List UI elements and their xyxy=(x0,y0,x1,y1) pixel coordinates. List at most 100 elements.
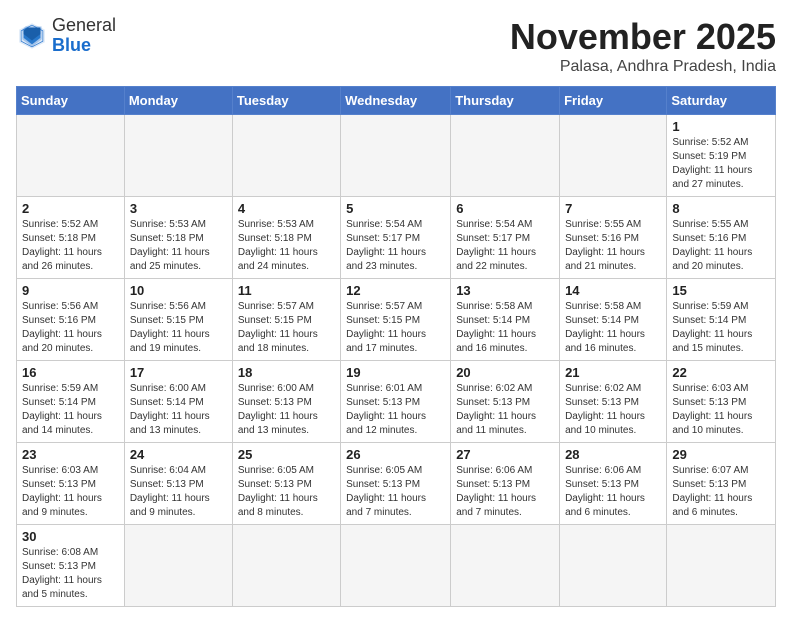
calendar-day-cell xyxy=(451,115,560,197)
day-number: 12 xyxy=(346,283,445,298)
day-number: 21 xyxy=(565,365,661,380)
day-number: 27 xyxy=(456,447,554,462)
day-info: Sunrise: 5:55 AM Sunset: 5:16 PM Dayligh… xyxy=(565,218,661,274)
calendar-day-cell: 27 Sunrise: 6:06 AM Sunset: 5:13 PM Dayli… xyxy=(451,443,560,525)
calendar-day-cell xyxy=(124,115,232,197)
day-number: 23 xyxy=(22,447,119,462)
calendar-day-cell: 25 Sunrise: 6:05 AM Sunset: 5:13 PM Dayli… xyxy=(232,443,340,525)
day-info: Sunrise: 6:01 AM Sunset: 5:13 PM Dayligh… xyxy=(346,382,445,438)
day-info: Sunrise: 6:00 AM Sunset: 5:13 PM Dayligh… xyxy=(238,382,335,438)
logo-text: General Blue xyxy=(52,16,116,56)
calendar-week-row: 9 Sunrise: 5:56 AM Sunset: 5:16 PM Daylig… xyxy=(17,279,776,361)
calendar-day-cell: 6Sunrise: 5:54 AM Sunset: 5:17 PM Daylig… xyxy=(451,197,560,279)
day-info: Sunrise: 5:56 AM Sunset: 5:16 PM Dayligh… xyxy=(22,300,119,356)
day-info: Sunrise: 6:05 AM Sunset: 5:13 PM Dayligh… xyxy=(238,464,335,520)
day-number: 29 xyxy=(672,447,770,462)
day-info: Sunrise: 5:59 AM Sunset: 5:14 PM Dayligh… xyxy=(672,300,770,356)
day-info: Sunrise: 6:06 AM Sunset: 5:13 PM Dayligh… xyxy=(565,464,661,520)
calendar-day-cell: 20Sunrise: 6:02 AM Sunset: 5:13 PM Dayli… xyxy=(451,361,560,443)
calendar-day-cell: 3 Sunrise: 5:53 AM Sunset: 5:18 PM Daylig… xyxy=(124,197,232,279)
calendar-week-row: 30Sunrise: 6:08 AM Sunset: 5:13 PM Dayli… xyxy=(17,525,776,607)
calendar-day-cell xyxy=(17,115,125,197)
calendar-day-cell: 7 Sunrise: 5:55 AM Sunset: 5:16 PM Daylig… xyxy=(560,197,667,279)
day-number: 26 xyxy=(346,447,445,462)
calendar-day-cell xyxy=(124,525,232,607)
calendar-week-row: 23 Sunrise: 6:03 AM Sunset: 5:13 PM Dayli… xyxy=(17,443,776,525)
day-number: 24 xyxy=(130,447,227,462)
day-number: 10 xyxy=(130,283,227,298)
calendar-day-cell: 21 Sunrise: 6:02 AM Sunset: 5:13 PM Dayli… xyxy=(560,361,667,443)
day-number: 15 xyxy=(672,283,770,298)
day-number: 22 xyxy=(672,365,770,380)
calendar-day-cell: 1Sunrise: 5:52 AM Sunset: 5:19 PM Daylig… xyxy=(667,115,776,197)
day-number: 19 xyxy=(346,365,445,380)
weekday-header-tuesday: Tuesday xyxy=(232,87,340,115)
month-title: November 2025 xyxy=(510,16,776,58)
day-info: Sunrise: 6:04 AM Sunset: 5:13 PM Dayligh… xyxy=(130,464,227,520)
calendar-day-cell: 11Sunrise: 5:57 AM Sunset: 5:15 PM Dayli… xyxy=(232,279,340,361)
day-info: Sunrise: 6:06 AM Sunset: 5:13 PM Dayligh… xyxy=(456,464,554,520)
day-info: Sunrise: 5:58 AM Sunset: 5:14 PM Dayligh… xyxy=(456,300,554,356)
calendar-day-cell xyxy=(232,115,340,197)
generalblue-logo-icon xyxy=(16,20,48,52)
day-info: Sunrise: 6:02 AM Sunset: 5:13 PM Dayligh… xyxy=(565,382,661,438)
day-number: 18 xyxy=(238,365,335,380)
day-info: Sunrise: 6:08 AM Sunset: 5:13 PM Dayligh… xyxy=(22,546,119,602)
weekday-header-monday: Monday xyxy=(124,87,232,115)
day-number: 13 xyxy=(456,283,554,298)
day-info: Sunrise: 5:56 AM Sunset: 5:15 PM Dayligh… xyxy=(130,300,227,356)
calendar-week-row: 1Sunrise: 5:52 AM Sunset: 5:19 PM Daylig… xyxy=(17,115,776,197)
day-number: 14 xyxy=(565,283,661,298)
day-info: Sunrise: 5:59 AM Sunset: 5:14 PM Dayligh… xyxy=(22,382,119,438)
day-info: Sunrise: 5:53 AM Sunset: 5:18 PM Dayligh… xyxy=(130,218,227,274)
calendar-day-cell: 8Sunrise: 5:55 AM Sunset: 5:16 PM Daylig… xyxy=(667,197,776,279)
day-number: 9 xyxy=(22,283,119,298)
day-number: 1 xyxy=(672,119,770,134)
calendar-day-cell: 9 Sunrise: 5:56 AM Sunset: 5:16 PM Daylig… xyxy=(17,279,125,361)
calendar-day-cell: 26 Sunrise: 6:05 AM Sunset: 5:13 PM Dayli… xyxy=(341,443,451,525)
weekday-header-saturday: Saturday xyxy=(667,87,776,115)
title-area: November 2025 Palasa, Andhra Pradesh, In… xyxy=(510,16,776,76)
location-subtitle: Palasa, Andhra Pradesh, India xyxy=(510,58,776,76)
calendar-day-cell xyxy=(341,525,451,607)
day-info: Sunrise: 6:02 AM Sunset: 5:13 PM Dayligh… xyxy=(456,382,554,438)
day-info: Sunrise: 6:03 AM Sunset: 5:13 PM Dayligh… xyxy=(22,464,119,520)
day-number: 28 xyxy=(565,447,661,462)
day-info: Sunrise: 6:05 AM Sunset: 5:13 PM Dayligh… xyxy=(346,464,445,520)
calendar-day-cell xyxy=(451,525,560,607)
day-info: Sunrise: 6:03 AM Sunset: 5:13 PM Dayligh… xyxy=(672,382,770,438)
calendar-day-cell: 4 Sunrise: 5:53 AM Sunset: 5:18 PM Daylig… xyxy=(232,197,340,279)
page-header: General Blue November 2025 Palasa, Andhr… xyxy=(16,16,776,76)
calendar-day-cell: 30Sunrise: 6:08 AM Sunset: 5:13 PM Dayli… xyxy=(17,525,125,607)
day-number: 2 xyxy=(22,201,119,216)
calendar-day-cell: 24 Sunrise: 6:04 AM Sunset: 5:13 PM Dayli… xyxy=(124,443,232,525)
day-number: 8 xyxy=(672,201,770,216)
day-number: 3 xyxy=(130,201,227,216)
calendar-day-cell: 22 Sunrise: 6:03 AM Sunset: 5:13 PM Dayli… xyxy=(667,361,776,443)
day-number: 16 xyxy=(22,365,119,380)
calendar-day-cell: 18 Sunrise: 6:00 AM Sunset: 5:13 PM Dayli… xyxy=(232,361,340,443)
calendar-day-cell: 23 Sunrise: 6:03 AM Sunset: 5:13 PM Dayli… xyxy=(17,443,125,525)
calendar-day-cell: 16 Sunrise: 5:59 AM Sunset: 5:14 PM Dayli… xyxy=(17,361,125,443)
day-info: Sunrise: 5:52 AM Sunset: 5:18 PM Dayligh… xyxy=(22,218,119,274)
day-number: 25 xyxy=(238,447,335,462)
day-info: Sunrise: 5:54 AM Sunset: 5:17 PM Dayligh… xyxy=(456,218,554,274)
day-number: 4 xyxy=(238,201,335,216)
calendar-day-cell xyxy=(232,525,340,607)
calendar-day-cell: 13 Sunrise: 5:58 AM Sunset: 5:14 PM Dayli… xyxy=(451,279,560,361)
logo: General Blue xyxy=(16,16,116,56)
day-info: Sunrise: 5:53 AM Sunset: 5:18 PM Dayligh… xyxy=(238,218,335,274)
day-number: 11 xyxy=(238,283,335,298)
calendar-day-cell: 28 Sunrise: 6:06 AM Sunset: 5:13 PM Dayli… xyxy=(560,443,667,525)
calendar-table: SundayMondayTuesdayWednesdayThursdayFrid… xyxy=(16,86,776,607)
calendar-day-cell: 17Sunrise: 6:00 AM Sunset: 5:14 PM Dayli… xyxy=(124,361,232,443)
calendar-day-cell: 29 Sunrise: 6:07 AM Sunset: 5:13 PM Dayli… xyxy=(667,443,776,525)
calendar-day-cell: 14Sunrise: 5:58 AM Sunset: 5:14 PM Dayli… xyxy=(560,279,667,361)
day-info: Sunrise: 5:54 AM Sunset: 5:17 PM Dayligh… xyxy=(346,218,445,274)
weekday-header-sunday: Sunday xyxy=(17,87,125,115)
calendar-week-row: 16 Sunrise: 5:59 AM Sunset: 5:14 PM Dayli… xyxy=(17,361,776,443)
weekday-header-row: SundayMondayTuesdayWednesdayThursdayFrid… xyxy=(17,87,776,115)
calendar-day-cell xyxy=(667,525,776,607)
day-number: 7 xyxy=(565,201,661,216)
day-info: Sunrise: 6:07 AM Sunset: 5:13 PM Dayligh… xyxy=(672,464,770,520)
